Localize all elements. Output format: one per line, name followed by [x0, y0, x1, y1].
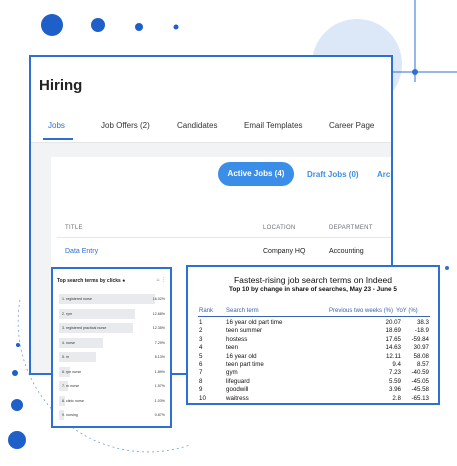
column-header-department[interactable]: DEPARTMENT [329, 225, 373, 231]
rank-cell: 1 [199, 319, 203, 326]
rank-cell: 8 [199, 377, 203, 385]
search-term-label: 9. nursing [62, 413, 78, 417]
term-cell: hostess [226, 335, 248, 343]
term-cell: goodwill [226, 386, 249, 394]
search-term-label: 7. rn nurse [62, 384, 80, 388]
active-tab-indicator [43, 138, 73, 140]
list-item: 5. rn 6.13% [59, 352, 167, 362]
rank-cell: 2 [199, 327, 203, 335]
draft-jobs-filter[interactable]: Draft Jobs (0) [307, 170, 359, 179]
list-item: 1. registered nurse 16.02% [59, 294, 167, 304]
rank-cell: 5 [199, 352, 203, 360]
job-title-link[interactable]: Data Entry [65, 248, 98, 255]
list-item: 8. clinic nurse 1.03% [59, 395, 167, 406]
search-term-percent: 16.02% [152, 297, 165, 301]
previous-cell: 5.59 [388, 377, 401, 385]
indeed-table-card: Fastest-rising job search terms on Indee… [186, 265, 440, 405]
search-term-percent: 7.29% [154, 340, 165, 345]
column-header-term: Search term [226, 308, 259, 314]
tab-jobs[interactable]: Jobs [48, 121, 65, 130]
tab-bar: Jobs Job Offers (2) Candidates Email Tem… [31, 121, 391, 143]
list-item: 3. registered practical nurse 12.35% [59, 323, 167, 333]
yoy-cell: -45.05 [411, 377, 429, 385]
previous-cell: 14.63 [385, 344, 401, 352]
divider [198, 316, 430, 317]
previous-cell: 17.65 [385, 335, 401, 343]
previous-cell: 7.23 [388, 369, 401, 377]
tab-career-page[interactable]: Career Page [329, 121, 374, 130]
term-cell: teen summer [226, 327, 263, 335]
job-department: Accounting [329, 248, 364, 255]
yoy-cell: -18.9 [414, 327, 429, 335]
list-item: 9. nursing 0.87% [59, 410, 167, 420]
rank-cell: 6 [199, 361, 203, 368]
previous-cell: 12.11 [385, 352, 401, 360]
active-jobs-filter[interactable]: Active Jobs (4) [218, 162, 294, 186]
tab-candidates[interactable]: Candidates [177, 121, 217, 130]
search-term-percent: 6.13% [154, 355, 165, 359]
column-header-yoy: YoY (%) [396, 308, 418, 314]
previous-cell: 9.4 [392, 361, 401, 368]
previous-cell: 20.07 [385, 319, 401, 326]
previous-cell: 2.8 [392, 394, 401, 402]
search-term-label: 4. nurse [62, 340, 75, 345]
term-cell: 16 year old [226, 352, 257, 360]
term-cell: lifeguard [226, 377, 250, 385]
table-subtitle: Top 10 by change in share of searches, M… [229, 286, 397, 293]
yoy-cell: -40.59 [411, 369, 429, 377]
table-title: Fastest-rising job search terms on Indee… [233, 275, 393, 285]
previous-cell: 3.96 [388, 386, 401, 394]
divider [57, 237, 391, 238]
previous-cell: 18.69 [385, 327, 401, 335]
search-term-percent: 12.68% [152, 311, 165, 316]
page-title: Hiring [39, 77, 83, 94]
yoy-cell: 38.3 [416, 319, 429, 326]
search-term-label: 5. rn [62, 355, 70, 359]
search-term-label: 6. rpn nurse [62, 369, 82, 374]
tab-email-templates[interactable]: Email Templates [244, 121, 303, 130]
search-term-label: 2. rym [62, 311, 72, 316]
rank-cell: 9 [199, 386, 203, 394]
search-term-percent: 1.03% [154, 398, 165, 403]
info-icon: ● [122, 278, 126, 284]
column-header-title[interactable]: TITLE [65, 225, 83, 231]
yoy-cell: -65.13 [411, 394, 429, 402]
list-item: 6. rpn nurse 1.89% [59, 366, 167, 377]
term-cell: teen [226, 344, 239, 352]
yoy-cell: 58.08 [413, 352, 429, 360]
column-header-previous: Previous two weeks (%) [329, 308, 394, 314]
widget-header-icons: ⌂ ⋮ [157, 277, 166, 283]
column-header-rank: Rank [199, 308, 214, 314]
list-item: 2. rym 12.68% [59, 308, 167, 319]
archived-jobs-filter[interactable]: Arch [377, 170, 391, 179]
rank-cell: 3 [199, 335, 203, 343]
list-item: 7. rn nurse 1.57% [59, 381, 167, 391]
search-term-percent: 1.57% [154, 384, 165, 388]
search-terms-widget: Top search terms by clicks ● ⌂ ⋮ 1. regi… [51, 267, 172, 428]
term-cell: 16 year old part time [226, 319, 283, 326]
term-cell: waitress [226, 394, 249, 402]
term-cell: teen part time [226, 361, 264, 368]
column-header-location[interactable]: LOCATION [263, 225, 296, 231]
home-icon[interactable]: ⌂ [157, 277, 160, 283]
job-location: Company HQ [263, 248, 306, 255]
search-term-percent: 0.87% [154, 413, 165, 417]
yoy-cell: 30.97 [413, 344, 429, 352]
yoy-cell: -45.58 [411, 386, 429, 394]
yoy-cell: -59.84 [411, 335, 429, 343]
term-cell: gym [226, 369, 238, 377]
search-term-label: 3. registered practical nurse [62, 326, 107, 330]
rank-cell: 7 [199, 369, 203, 377]
search-term-label: 8. clinic nurse [62, 398, 84, 403]
more-icon[interactable]: ⋮ [161, 277, 166, 283]
search-term-percent: 12.35% [152, 326, 165, 330]
tab-job-offers[interactable]: Job Offers (2) [101, 121, 150, 130]
search-term-label: 1. registered nurse [62, 297, 92, 301]
widget-title: Top search terms by clicks ● [57, 278, 126, 284]
rank-cell: 4 [199, 344, 203, 352]
rank-cell: 10 [199, 394, 206, 402]
yoy-cell: 8.57 [416, 361, 429, 368]
search-term-percent: 1.89% [154, 369, 165, 374]
list-item: 4. nurse 7.29% [59, 337, 167, 348]
